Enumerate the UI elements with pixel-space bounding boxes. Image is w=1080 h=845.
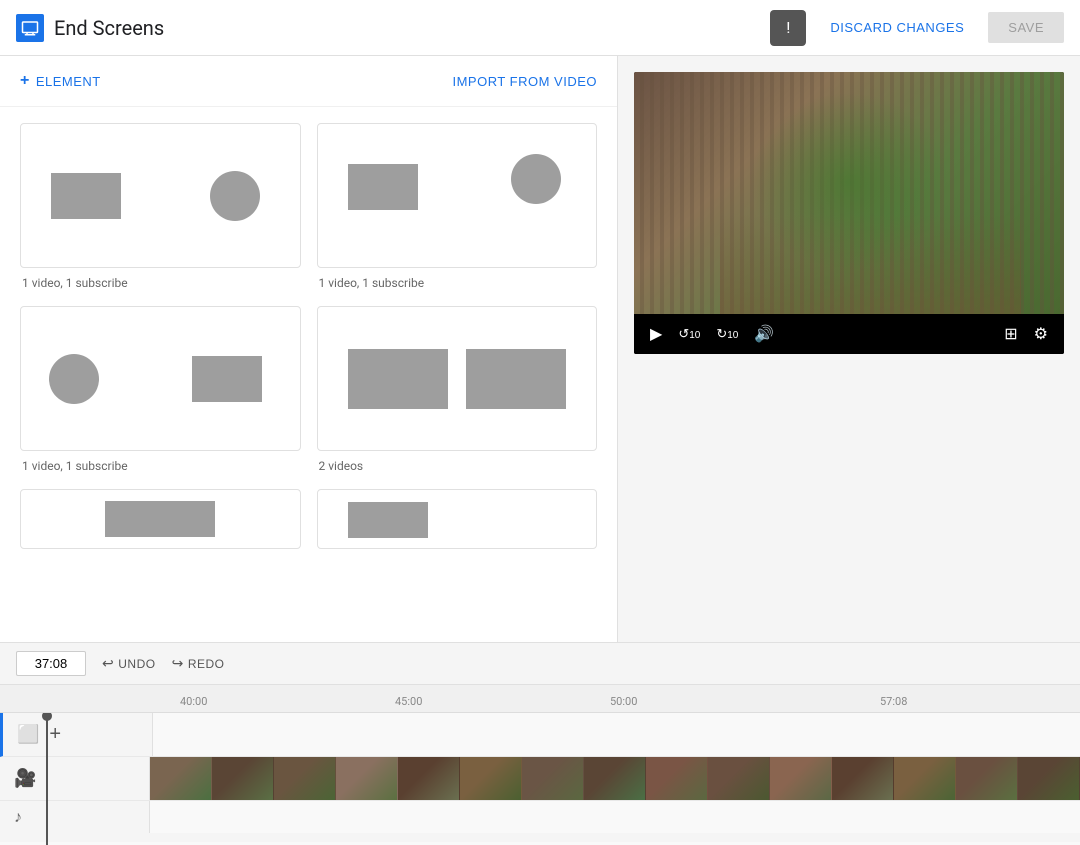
controls-left: ▶ ↺10 ↻10 🔊 — [644, 320, 780, 348]
undo-button[interactable]: ↩ UNDO — [102, 655, 156, 672]
template-5[interactable] — [20, 489, 301, 557]
page-title: End Screens — [54, 16, 164, 40]
thumb-7 — [522, 757, 584, 800]
template-5-rect — [105, 501, 215, 537]
template-card-3[interactable] — [20, 306, 301, 451]
thumb-1 — [150, 757, 212, 800]
template-1-subscribe-circle — [210, 171, 260, 221]
timecode-input[interactable]: 37:08 — [16, 651, 86, 676]
end-screens-track-content — [153, 713, 1080, 756]
hands-silhouette — [720, 214, 1021, 314]
template-4[interactable]: 2 videos — [317, 306, 598, 473]
ruler-mark-45: 45:00 — [395, 695, 422, 708]
end-screens-icon — [16, 14, 44, 42]
thumb-15 — [1018, 757, 1080, 800]
thumb-5 — [398, 757, 460, 800]
video-track-icon: 🎥 — [0, 757, 150, 800]
video-image — [634, 72, 1064, 314]
redo-icon: ↪ — [172, 655, 184, 672]
template-1-label: 1 video, 1 subscribe — [20, 276, 301, 290]
timeline-tracks: ⬜ + 🎥 — [0, 713, 1080, 845]
settings-button[interactable]: ⚙ — [1028, 320, 1054, 348]
screen-icon: ⬜ — [17, 724, 39, 745]
thumb-8 — [584, 757, 646, 800]
template-4-video-rect-left — [348, 349, 448, 409]
end-screens-track-icon: ⬜ + — [3, 713, 153, 756]
ruler-mark-57: 57:08 — [880, 695, 907, 708]
thumb-3 — [274, 757, 336, 800]
alert-icon[interactable]: ! — [770, 10, 806, 46]
template-card-2[interactable] — [317, 123, 598, 268]
audio-track-content — [150, 801, 1080, 833]
plus-icon: + — [20, 72, 30, 90]
template-card-6[interactable] — [317, 489, 598, 549]
rewind-10-button[interactable]: ↺10 — [672, 322, 706, 346]
video-preview: ▶ ↺10 ↻10 🔊 ⊞ ⚙ — [634, 72, 1064, 354]
template-2-subscribe-circle — [511, 154, 561, 204]
timeline-toolbar: 37:08 ↩ UNDO ↪ REDO — [0, 643, 1080, 685]
ruler-mark-50: 50:00 — [610, 695, 637, 708]
template-card-1[interactable] — [20, 123, 301, 268]
save-button[interactable]: SAVE — [988, 12, 1064, 43]
template-toolbar: + ELEMENT IMPORT FROM VIDEO — [0, 56, 617, 107]
template-3-subscribe-circle — [49, 354, 99, 404]
template-3-label: 1 video, 1 subscribe — [20, 459, 301, 473]
template-3-video-rect — [192, 356, 262, 402]
template-2-video-rect — [348, 164, 418, 210]
grid-button[interactable]: ⊞ — [998, 320, 1023, 348]
header-left: End Screens — [16, 14, 164, 42]
thumb-11 — [770, 757, 832, 800]
thumb-6 — [460, 757, 522, 800]
ruler-mark-40: 40:00 — [180, 695, 207, 708]
thumb-14 — [956, 757, 1018, 800]
volume-button[interactable]: 🔊 — [748, 320, 780, 348]
thumb-13 — [894, 757, 956, 800]
music-icon: ♪ — [14, 807, 22, 827]
video-thumbnails — [150, 757, 1080, 800]
template-1[interactable]: 1 video, 1 subscribe — [20, 123, 301, 290]
thumb-12 — [832, 757, 894, 800]
header-right: ! DISCARD CHANGES SAVE — [770, 10, 1064, 46]
bottom-panel: 37:08 ↩ UNDO ↪ REDO 40:00 45:00 50:00 57… — [0, 642, 1080, 842]
redo-button[interactable]: ↪ REDO — [172, 655, 225, 672]
video-track-row: 🎥 — [0, 757, 1080, 801]
template-1-video-rect — [51, 173, 121, 219]
thumb-2 — [212, 757, 274, 800]
thumb-4 — [336, 757, 398, 800]
template-3[interactable]: 1 video, 1 subscribe — [20, 306, 301, 473]
template-4-video-rect-right — [466, 349, 566, 409]
video-icon: 🎥 — [14, 768, 36, 789]
controls-right: ⊞ ⚙ — [998, 320, 1054, 348]
audio-track-row: ♪ — [0, 801, 1080, 833]
audio-track-icon: ♪ — [0, 801, 150, 833]
add-end-screen-button[interactable]: + — [49, 723, 61, 746]
play-button[interactable]: ▶ — [644, 320, 668, 348]
forward-10-button[interactable]: ↻10 — [710, 322, 744, 346]
add-element-button[interactable]: + ELEMENT — [20, 72, 101, 90]
template-6[interactable] — [317, 489, 598, 557]
video-track-content — [150, 757, 1080, 800]
playhead — [46, 713, 48, 845]
app-header: End Screens ! DISCARD CHANGES SAVE — [0, 0, 1080, 56]
thumb-10 — [708, 757, 770, 800]
template-2-label: 1 video, 1 subscribe — [317, 276, 598, 290]
template-2[interactable]: 1 video, 1 subscribe — [317, 123, 598, 290]
template-6-rect — [348, 502, 428, 538]
timeline-ruler: 40:00 45:00 50:00 57:08 — [0, 685, 1080, 713]
end-screens-track-row: ⬜ + — [0, 713, 1080, 757]
template-card-5[interactable] — [20, 489, 301, 549]
thumb-9 — [646, 757, 708, 800]
template-card-4[interactable] — [317, 306, 598, 451]
template-4-label: 2 videos — [317, 459, 598, 473]
discard-button[interactable]: DISCARD CHANGES — [818, 12, 976, 43]
templates-grid: 1 video, 1 subscribe 1 video, 1 subscrib… — [20, 123, 597, 557]
undo-icon: ↩ — [102, 655, 114, 672]
import-from-video-button[interactable]: IMPORT FROM VIDEO — [452, 74, 597, 89]
video-controls: ▶ ↺10 ↻10 🔊 ⊞ ⚙ — [634, 314, 1064, 354]
